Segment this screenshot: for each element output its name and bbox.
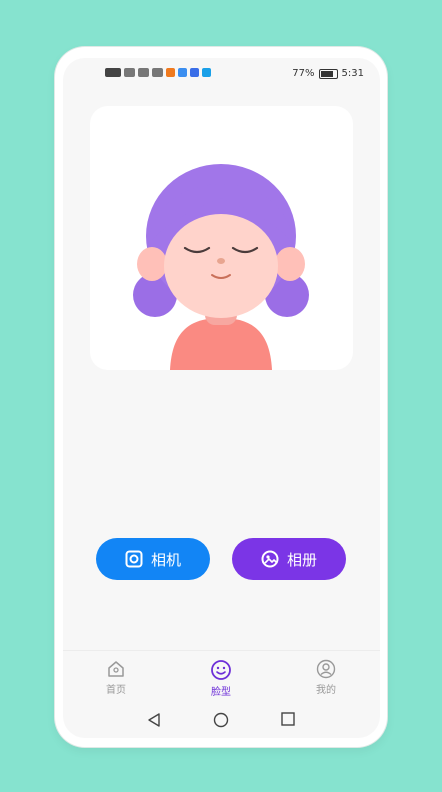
album-button[interactable]: 相册 bbox=[232, 538, 346, 580]
home-icon bbox=[108, 661, 124, 677]
clock: 5:31 bbox=[341, 68, 364, 79]
girl-avatar-illustration bbox=[133, 164, 309, 370]
camera-icon bbox=[125, 550, 143, 568]
tab-home-label: 首页 bbox=[106, 685, 126, 696]
camera-button[interactable]: 相机 bbox=[96, 538, 210, 580]
avatar-preview bbox=[90, 106, 353, 370]
hd-icon bbox=[105, 68, 121, 77]
bottom-tab-bar: 首页 脸型 我的 bbox=[63, 650, 380, 701]
status-right: 77% 5:31 bbox=[292, 68, 364, 79]
tab-profile[interactable]: 我的 bbox=[296, 659, 356, 696]
tab-profile-label: 我的 bbox=[316, 685, 336, 696]
tab-face-shape-label: 脸型 bbox=[211, 687, 231, 698]
album-button-label: 相册 bbox=[286, 550, 317, 569]
tab-home[interactable]: 首页 bbox=[86, 659, 146, 696]
app-notification-icon-3 bbox=[190, 68, 199, 77]
signal-icon-2 bbox=[138, 68, 149, 77]
camera-button-label: 相机 bbox=[150, 550, 181, 569]
app-notification-icon-4 bbox=[202, 68, 211, 77]
signal-icon bbox=[124, 68, 135, 77]
tab-face-shape[interactable]: 脸型 bbox=[191, 659, 251, 698]
battery-icon bbox=[318, 68, 338, 79]
system-navigation-bar bbox=[63, 706, 380, 736]
status-bar: 77% 5:31 bbox=[63, 66, 380, 86]
user-profile-icon bbox=[316, 659, 336, 679]
app-screen: 77% 5:31 相机 相册 首页 脸型 我的 bbox=[63, 58, 380, 738]
app-notification-icon-2 bbox=[178, 68, 187, 77]
gallery-icon bbox=[261, 550, 279, 568]
recents-square-icon[interactable] bbox=[281, 712, 295, 726]
battery-percent: 77% bbox=[292, 68, 315, 79]
smiley-face-icon bbox=[211, 660, 231, 680]
back-icon[interactable] bbox=[147, 712, 161, 728]
home-circle-icon[interactable] bbox=[213, 712, 229, 728]
status-icons bbox=[105, 68, 211, 77]
app-notification-icon bbox=[166, 68, 175, 77]
wifi-icon bbox=[152, 68, 163, 77]
